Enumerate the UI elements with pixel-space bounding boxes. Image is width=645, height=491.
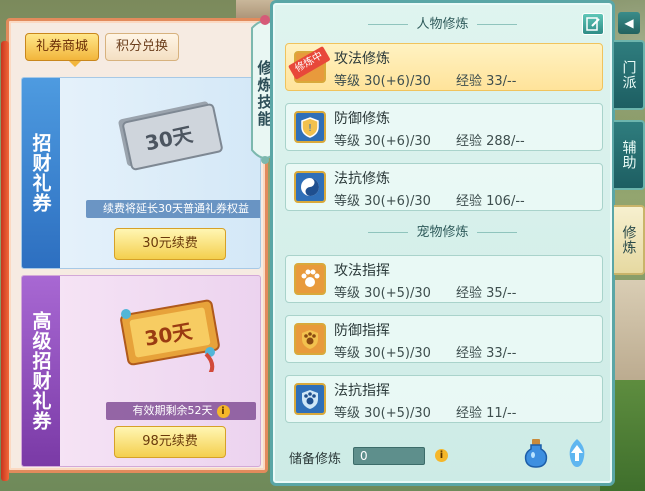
tab-points-exchange[interactable]: 积分兑换 xyxy=(105,33,180,61)
tab-sect[interactable]: 门派 xyxy=(614,40,645,110)
skill-name: 法抗指挥 xyxy=(334,383,390,399)
svg-text:!: ! xyxy=(308,123,312,134)
renew-30-button[interactable]: 30元续费 xyxy=(114,228,226,260)
magic-resist-yinyang-icon xyxy=(294,171,326,203)
skill-row-pet-resist[interactable]: 法抗指挥 等级 30(+5)/30 经验 11/-- xyxy=(285,375,603,423)
skill-exp: 经验 106/-- xyxy=(456,194,525,209)
skill-row-magic-resist[interactable]: 法抗修炼 等级 30(+6)/30 经验 106/-- xyxy=(285,163,603,211)
tab-voucher-mall[interactable]: 礼券商城 xyxy=(25,33,100,61)
reserve-value-field: 0 xyxy=(353,447,425,465)
cultivation-panel: 人物修炼 修炼中 攻法修炼 等级 30(+6)/30 经验 33/-- ! 防御… xyxy=(270,0,615,486)
skill-row-pet-attack[interactable]: 攻法指挥 等级 30(+5)/30 经验 35/-- xyxy=(285,255,603,303)
skill-name: 防御指挥 xyxy=(334,323,390,339)
tab-assist[interactable]: 辅助 xyxy=(614,120,645,190)
skill-name: 攻法指挥 xyxy=(334,263,390,279)
skill-exp: 经验 33/-- xyxy=(456,346,517,361)
skill-name: 防御修炼 xyxy=(334,111,390,127)
skill-exp: 经验 288/-- xyxy=(456,134,525,149)
skill-level: 等级 30(+6)/30 xyxy=(334,74,431,89)
card-title: 高级招财礼券 xyxy=(22,276,60,466)
skill-row-attack-magic[interactable]: 修炼中 攻法修炼 等级 30(+6)/30 经验 33/-- xyxy=(285,43,603,91)
potion-icon[interactable] xyxy=(522,437,550,469)
skill-level: 等级 30(+6)/30 xyxy=(334,194,431,209)
section-title-pet: 宠物修炼 xyxy=(273,223,612,243)
defense-shield-icon: ! xyxy=(294,111,326,143)
fortune-voucher-card: 招财礼券 30天 续费将延长30天普通礼券权益 30元续费 xyxy=(21,77,261,269)
skill-name: 攻法修炼 xyxy=(334,51,390,67)
silver-ticket-icon: 30天 xyxy=(118,101,223,171)
active-tab-pointer xyxy=(69,61,81,67)
reserve-label: 储备修炼 xyxy=(289,452,342,467)
skill-name: 法抗修炼 xyxy=(334,171,390,187)
renew-98-button[interactable]: 98元续费 xyxy=(114,426,226,458)
skill-row-pet-defense[interactable]: 防御指挥 等级 30(+5)/30 经验 33/-- xyxy=(285,315,603,363)
skill-level: 等级 30(+5)/30 xyxy=(334,286,431,301)
tab-cultivation[interactable]: 修炼 xyxy=(614,205,645,275)
skill-level: 等级 30(+5)/30 xyxy=(334,346,431,361)
skill-row-defense[interactable]: ! 防御修炼 等级 30(+6)/30 经验 288/-- xyxy=(285,103,603,151)
gold-ticket-icon: 30天 xyxy=(120,299,220,372)
scene-wall xyxy=(612,280,645,390)
shop-side-rail xyxy=(1,41,9,481)
skill-exp: 经验 11/-- xyxy=(456,406,517,421)
info-icon[interactable]: i xyxy=(435,449,448,462)
card-description: 续费将延长30天普通礼券权益 xyxy=(86,200,260,218)
info-icon[interactable]: i xyxy=(216,404,230,418)
premium-fortune-voucher-card: 高级招财礼券 30天 有效期剩余52天 i 98元续费 xyxy=(21,275,261,467)
paw-attack-icon xyxy=(294,263,326,295)
reserve-cultivation-bar: 储备修炼 0 i xyxy=(289,439,602,469)
paw-resist-icon xyxy=(294,383,326,415)
close-icon[interactable]: ◀ xyxy=(618,12,640,34)
skill-exp: 经验 33/-- xyxy=(456,74,517,89)
upgrade-arrow-icon[interactable] xyxy=(564,437,590,469)
skill-exp: 经验 35/-- xyxy=(456,286,517,301)
paw-defense-icon xyxy=(294,323,326,355)
section-title-character: 人物修炼 xyxy=(273,15,612,35)
skill-level: 等级 30(+6)/30 xyxy=(334,134,431,149)
card-description-text: 有效期剩余52天 xyxy=(132,404,213,417)
shop-tabs: 礼券商城 积分兑换 xyxy=(25,33,180,61)
voucher-shop-panel: 礼券商城 积分兑换 招财礼券 30天 续费将延长30天普通礼券权益 30元续费 … xyxy=(1,18,268,481)
skill-level: 等级 30(+5)/30 xyxy=(334,406,431,421)
card-title: 招财礼券 xyxy=(22,78,60,268)
card-description: 有效期剩余52天 i xyxy=(106,402,256,420)
